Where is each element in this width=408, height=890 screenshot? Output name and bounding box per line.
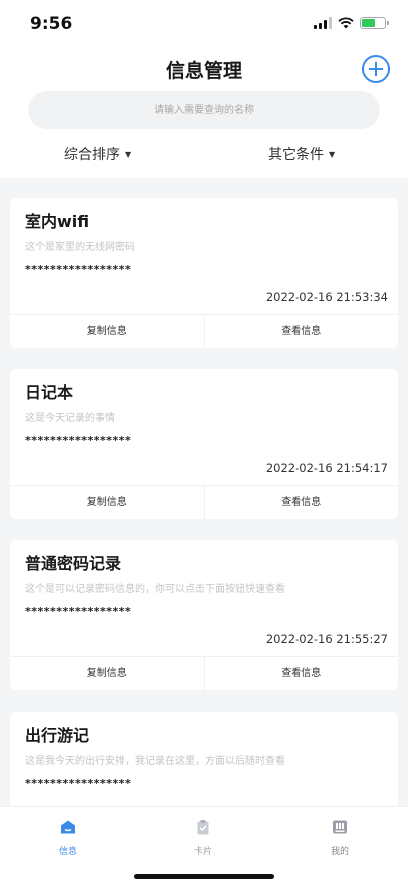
- caret-down-icon: ▼: [125, 150, 132, 159]
- card-description: 这是我今天的出行安排，我记录在这里，方面以后随时查看: [25, 756, 285, 767]
- page-title: 信息管理: [165, 60, 242, 82]
- info-card[interactable]: 室内wifi 这个是家里的无线网密码 ***************** 202…: [10, 198, 398, 348]
- home-indicator: [134, 874, 274, 879]
- signal-icon: [314, 17, 332, 29]
- card-masked-value: *****************: [25, 777, 132, 790]
- tab-label: 卡片: [193, 847, 212, 857]
- sort-filter[interactable]: 综合排序 ▼: [64, 144, 131, 164]
- add-icon[interactable]: [362, 55, 390, 83]
- tab-info[interactable]: 信息: [28, 819, 108, 857]
- copy-info-button[interactable]: 复制信息: [10, 657, 205, 690]
- card-title: 普通密码记录: [25, 554, 122, 573]
- card-masked-value: *****************: [25, 263, 132, 276]
- status-bar: 9:56: [0, 0, 408, 48]
- copy-info-button[interactable]: 复制信息: [10, 315, 205, 348]
- card-timestamp: 2022-02-16 21:54:17: [265, 461, 388, 475]
- card-timestamp: 2022-02-16 21:55:27: [265, 632, 388, 646]
- tab-label: 我的: [330, 847, 349, 857]
- card-timestamp: 2022-02-16 21:53:34: [265, 290, 388, 304]
- view-info-button[interactable]: 查看信息: [205, 486, 399, 519]
- header-area: 9:56 信息管理 综合排序 ▼ 其它条件 ▼: [0, 0, 408, 178]
- card-description: 这个是可以记录密码信息的，你可以点击下面按钮快速查看: [25, 584, 285, 595]
- info-card[interactable]: 日记本 这是今天记录的事情 ***************** 2022-02-…: [10, 369, 398, 519]
- card-title: 出行游记: [25, 726, 90, 745]
- view-info-button[interactable]: 查看信息: [205, 315, 399, 348]
- tab-cards[interactable]: 卡片: [163, 819, 243, 857]
- conditions-filter-label: 其它条件: [268, 147, 324, 163]
- sort-filter-label: 综合排序: [64, 147, 120, 163]
- card-actions: 复制信息 查看信息: [10, 656, 398, 690]
- copy-info-button[interactable]: 复制信息: [10, 486, 205, 519]
- wifi-icon: [338, 17, 354, 29]
- tab-profile[interactable]: 我的: [300, 819, 380, 857]
- info-card[interactable]: 出行游记 这是我今天的出行安排，我记录在这里，方面以后随时查看 ********…: [10, 712, 398, 812]
- card-actions: 复制信息 查看信息: [10, 485, 398, 519]
- status-time: 9:56: [30, 14, 73, 34]
- home-icon: [61, 820, 75, 834]
- filter-bar: 综合排序 ▼ 其它条件 ▼: [0, 144, 408, 166]
- search-input[interactable]: [28, 91, 380, 129]
- clipboard-icon: [197, 820, 209, 835]
- profile-icon: [333, 820, 347, 834]
- card-title: 日记本: [25, 383, 74, 402]
- card-title: 室内wifi: [25, 212, 90, 231]
- info-card[interactable]: 普通密码记录 这个是可以记录密码信息的，你可以点击下面按钮快速查看 ******…: [10, 540, 398, 690]
- card-masked-value: *****************: [25, 434, 132, 447]
- card-actions: 复制信息 查看信息: [10, 314, 398, 348]
- card-masked-value: *****************: [25, 605, 132, 618]
- conditions-filter[interactable]: 其它条件 ▼: [268, 144, 335, 164]
- battery-icon: [360, 17, 389, 29]
- card-description: 这个是家里的无线网密码: [25, 242, 135, 253]
- caret-down-icon: ▼: [329, 150, 336, 159]
- view-info-button[interactable]: 查看信息: [205, 657, 399, 690]
- status-icons: [314, 17, 389, 29]
- tab-label: 信息: [58, 847, 77, 857]
- card-description: 这是今天记录的事情: [25, 413, 115, 424]
